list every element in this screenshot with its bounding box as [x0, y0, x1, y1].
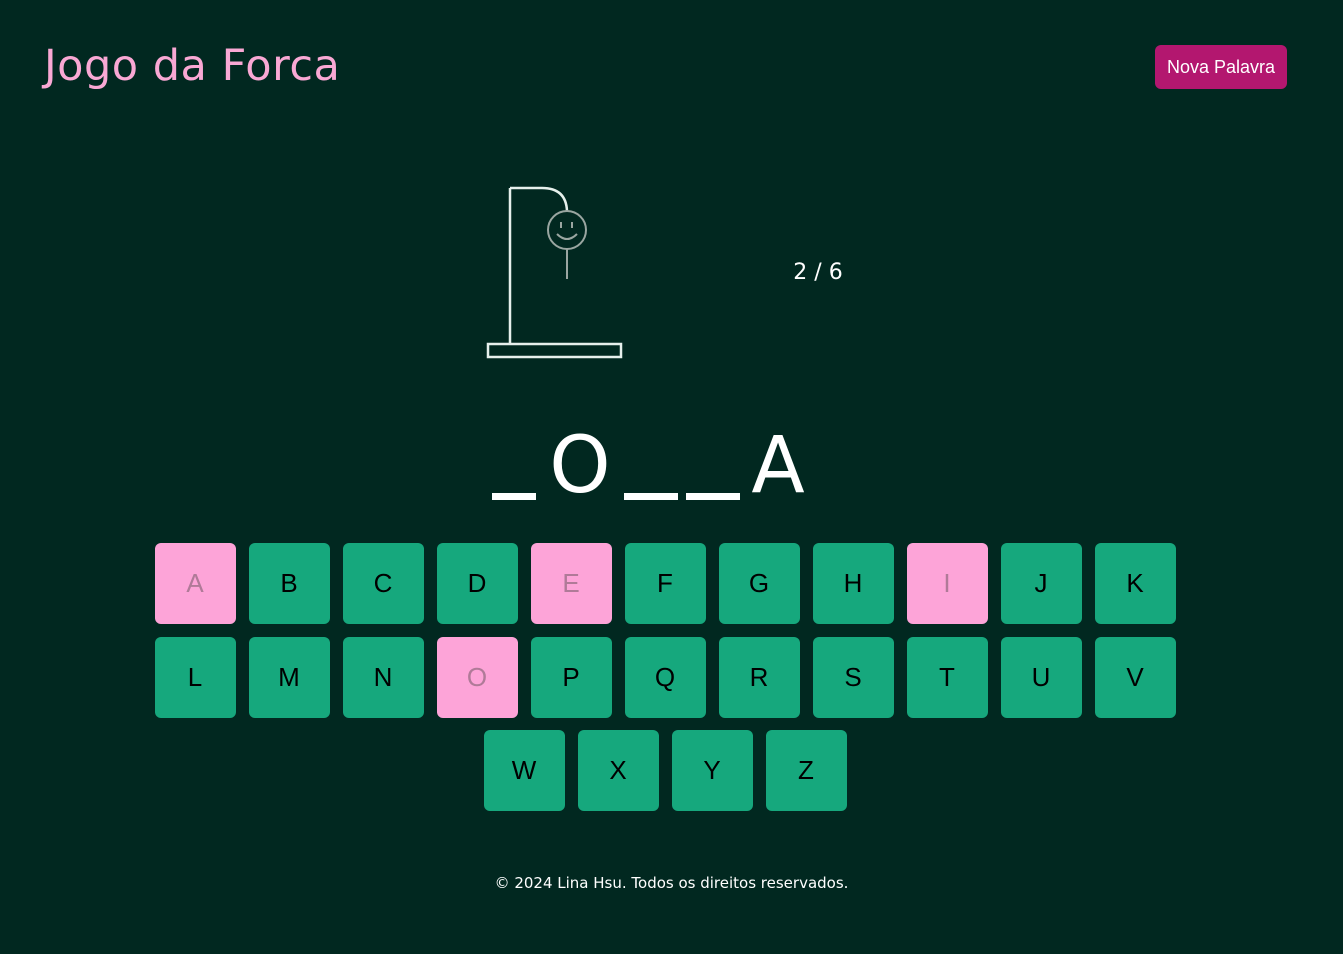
key-w[interactable]: W [483, 730, 565, 811]
key-z[interactable]: Z [765, 730, 847, 811]
gallows-beam [510, 186, 569, 212]
key-q[interactable]: Q [624, 637, 706, 718]
key-n[interactable]: N [342, 637, 424, 718]
footer-copyright: © 2024 Lina Hsu. Todos os direitos reser… [494, 874, 849, 892]
key-s[interactable]: S [812, 637, 894, 718]
key-u[interactable]: U [1000, 637, 1082, 718]
page-title: Jogo da Forca [44, 41, 341, 91]
key-l[interactable]: L [154, 637, 236, 718]
key-b[interactable]: B [248, 543, 330, 624]
key-f[interactable]: F [624, 543, 706, 624]
key-y[interactable]: Y [671, 730, 753, 811]
key-k[interactable]: K [1094, 543, 1176, 624]
hangman-head [547, 210, 587, 250]
gallows-frame [486, 186, 623, 359]
gallows-base [486, 342, 623, 359]
word-letter: O [549, 421, 611, 511]
keyboard-row: ABCDEFGHIJK [154, 543, 1176, 624]
key-m[interactable]: M [248, 637, 330, 718]
key-c[interactable]: C [342, 543, 424, 624]
new-word-button[interactable]: Nova Palavra [1155, 45, 1287, 89]
key-v[interactable]: V [1094, 637, 1176, 718]
key-p[interactable]: P [530, 637, 612, 718]
key-j[interactable]: J [1000, 543, 1082, 624]
key-g[interactable]: G [718, 543, 800, 624]
hangman-smile [556, 233, 578, 240]
key-i[interactable]: I [906, 543, 988, 624]
word-display: OA [488, 421, 812, 511]
hangman-figure [547, 210, 587, 279]
key-r[interactable]: R [718, 637, 800, 718]
word-blank [620, 428, 682, 504]
key-e[interactable]: E [530, 543, 612, 624]
key-a[interactable]: A [154, 543, 236, 624]
word-blank [488, 428, 540, 504]
word-blank [682, 428, 744, 504]
key-o[interactable]: O [436, 637, 518, 718]
key-d[interactable]: D [436, 543, 518, 624]
game-page: Jogo da Forca Nova Palavra 2 / 6 OA ABCD… [0, 0, 1343, 954]
key-h[interactable]: H [812, 543, 894, 624]
key-x[interactable]: X [577, 730, 659, 811]
error-counter: 2 / 6 [793, 260, 843, 285]
key-t[interactable]: T [906, 637, 988, 718]
hangman-drawing [486, 186, 623, 359]
word-letter: A [751, 421, 805, 511]
keyboard-row: WXYZ [483, 730, 847, 811]
keyboard-row: LMNOPQRSTUV [154, 637, 1176, 718]
